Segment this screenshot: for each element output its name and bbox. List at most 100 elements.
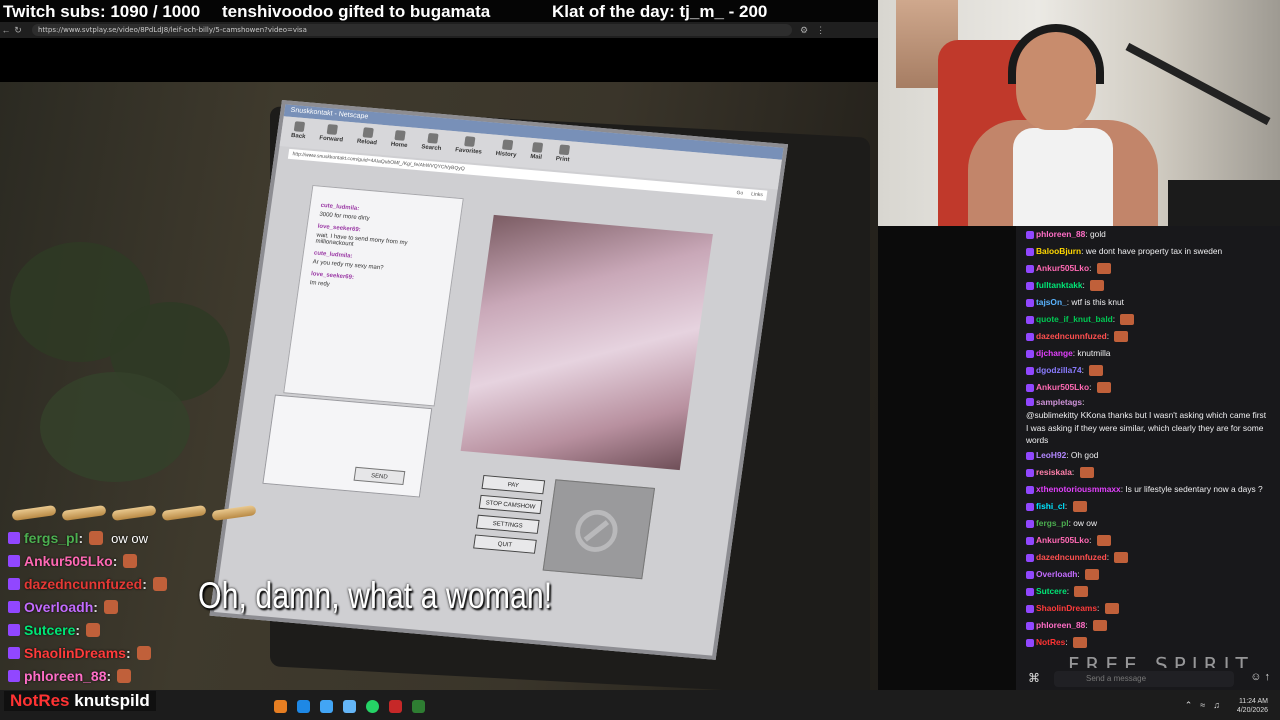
- chat-message-row: fishi_cl:: [1016, 498, 1280, 515]
- chat-username[interactable]: Sutcere: [1036, 585, 1067, 598]
- badge-icon: [1026, 247, 1034, 256]
- video-subtitle: Oh, damn, what a woman!: [198, 575, 553, 616]
- emote-icon: [1072, 501, 1087, 513]
- chat-input[interactable]: Send a message: [1054, 671, 1234, 687]
- overlay-username: NotRes knutspild: [4, 691, 156, 711]
- toolbar-search: Search: [420, 132, 443, 156]
- badge-icon: [1026, 383, 1034, 392]
- chat-message-row: tajsOn_: wtf is this knut: [1016, 294, 1280, 311]
- badge-icon: [8, 578, 20, 590]
- chat-username[interactable]: dazedncunnfuzed: [1036, 330, 1107, 343]
- chat-username[interactable]: xthenotoriousmmaxx: [1036, 483, 1121, 496]
- toolbar-mail: Mail: [529, 142, 544, 165]
- emote-icon: [103, 600, 118, 614]
- pay-button: PAY: [481, 474, 546, 495]
- emote-icon: [117, 669, 132, 683]
- chrome-icon[interactable]: [343, 700, 356, 713]
- headphones-icon: [1008, 24, 1104, 84]
- emote-icon: [1096, 263, 1111, 274]
- toolbar-history: History: [495, 139, 519, 163]
- whatsapp-icon[interactable]: [366, 700, 379, 713]
- emote-icon: [152, 577, 167, 591]
- menu-icon[interactable]: ⋮: [816, 25, 825, 36]
- chat-message-row: LeoH92: Oh god: [1016, 447, 1280, 464]
- chat-username[interactable]: sampletags: [1036, 396, 1082, 409]
- emote-icon: [123, 554, 138, 568]
- badge-icon: [8, 601, 20, 613]
- emote-icon: [1089, 365, 1104, 376]
- chat-message-row: Ankur505Lko:: [1016, 532, 1280, 549]
- chat-username: ShaolinDreams: [24, 645, 126, 661]
- chat-message-row: resiskala:: [1016, 464, 1280, 481]
- emote-icon[interactable]: ☺ ↑: [1250, 671, 1270, 683]
- chat-username[interactable]: dazedncunnfuzed: [1036, 551, 1107, 564]
- badge-icon: [1026, 264, 1034, 273]
- file-icon[interactable]: [320, 700, 333, 713]
- chat-message-row: dazedncunnfuzed:: [1016, 328, 1280, 345]
- extensions-icon[interactable]: ⚙: [800, 25, 808, 36]
- badge-icon: [8, 532, 20, 544]
- toolbar-forward: Forward: [318, 124, 345, 148]
- emote-icon: [1074, 586, 1089, 598]
- reload-icon[interactable]: ↻: [12, 25, 24, 36]
- toolbar-home: Home: [390, 130, 410, 153]
- app-icon[interactable]: [389, 700, 402, 713]
- overlay-chat-line: dazedncunnfuzed:: [8, 574, 175, 594]
- back-icon[interactable]: ←: [0, 25, 12, 35]
- taskbar-icons: [274, 700, 425, 713]
- chat-username[interactable]: Ankur505Lko: [1036, 381, 1089, 394]
- app-icon[interactable]: [412, 700, 425, 713]
- overlay-chat-line: phloreen_88:: [8, 666, 139, 686]
- chat-username[interactable]: ShaolinDreams: [1036, 602, 1097, 615]
- chat-username[interactable]: fulltanktakk: [1036, 279, 1083, 292]
- chat-username[interactable]: phloreen_88: [1036, 228, 1085, 241]
- chat-message-row: Overloadh:: [1016, 566, 1280, 583]
- badge-icon: [8, 670, 20, 682]
- badge-icon: [1026, 638, 1034, 647]
- chat-username[interactable]: fishi_cl: [1036, 500, 1065, 513]
- badge-icon: [1026, 349, 1034, 358]
- badge-icon: [1026, 519, 1034, 528]
- chat-username[interactable]: dgodzilla74: [1036, 364, 1082, 377]
- chat-message-row: phloreen_88: gold: [1016, 226, 1280, 243]
- system-tray: ⌃ ≈ ♫: [1185, 700, 1220, 711]
- chat-username: Overloadh: [24, 599, 94, 615]
- system-clock[interactable]: 11:24 AM 4/20/2026: [1237, 697, 1268, 715]
- webcam-feed: [878, 0, 1280, 226]
- cam-chat-log: cute_ludmila: 3000 for more dirty love_s…: [283, 184, 464, 407]
- address-bar[interactable]: https://www.svtplay.se/video/8PdLdJ8/lei…: [32, 24, 792, 36]
- badge-icon: [1026, 398, 1034, 407]
- chat-username: dazedncunnfuzed: [24, 576, 143, 592]
- chat-username[interactable]: djchange: [1036, 347, 1073, 360]
- badge-icon: [1026, 281, 1034, 290]
- stop-camshow-button: STOP CAMSHOW: [478, 494, 543, 515]
- chat-username[interactable]: Ankur505Lko: [1036, 262, 1089, 275]
- chat-message-row: quote_if_knut_bald:: [1016, 311, 1280, 328]
- emote-icon: [1096, 382, 1111, 393]
- app-icon[interactable]: [274, 700, 287, 713]
- chat-username[interactable]: Overloadh: [1036, 568, 1077, 581]
- chat-username[interactable]: resiskala: [1036, 466, 1072, 479]
- wifi-icon[interactable]: ≈: [1200, 700, 1205, 711]
- chat-username[interactable]: quote_if_knut_bald: [1036, 313, 1113, 326]
- chat-username[interactable]: phloreen_88: [1036, 619, 1085, 632]
- chat-username[interactable]: Ankur505Lko: [1036, 534, 1089, 547]
- edge-icon[interactable]: [297, 700, 310, 713]
- emote-icon: [1079, 467, 1094, 479]
- chat-text: @sublimekitty KKona thanks but I wasn't …: [1026, 409, 1267, 446]
- plant-leaves: [40, 372, 190, 482]
- chevron-up-icon[interactable]: ⌃: [1185, 700, 1193, 711]
- chat-username[interactable]: LeoH92: [1036, 449, 1066, 462]
- chat-username[interactable]: fergs_pl: [1036, 517, 1069, 530]
- chat-message-row: ShaolinDreams:: [1016, 600, 1280, 617]
- emote-icon: [136, 646, 151, 660]
- chat-username[interactable]: tajsOn_: [1036, 296, 1067, 309]
- command-icon[interactable]: ⌘: [1028, 671, 1040, 685]
- volume-icon[interactable]: ♫: [1213, 700, 1220, 711]
- twitch-chat-panel[interactable]: phloreen_88: gold BalooBjurn: we dont hav…: [1016, 226, 1280, 694]
- chat-username[interactable]: BalooBjurn: [1036, 245, 1081, 258]
- toolbar-print: Print: [555, 144, 572, 167]
- badge-icon: [8, 555, 20, 567]
- chat-message-row: Ankur505Lko:: [1016, 379, 1280, 396]
- chat-username[interactable]: NotRes: [1036, 636, 1065, 649]
